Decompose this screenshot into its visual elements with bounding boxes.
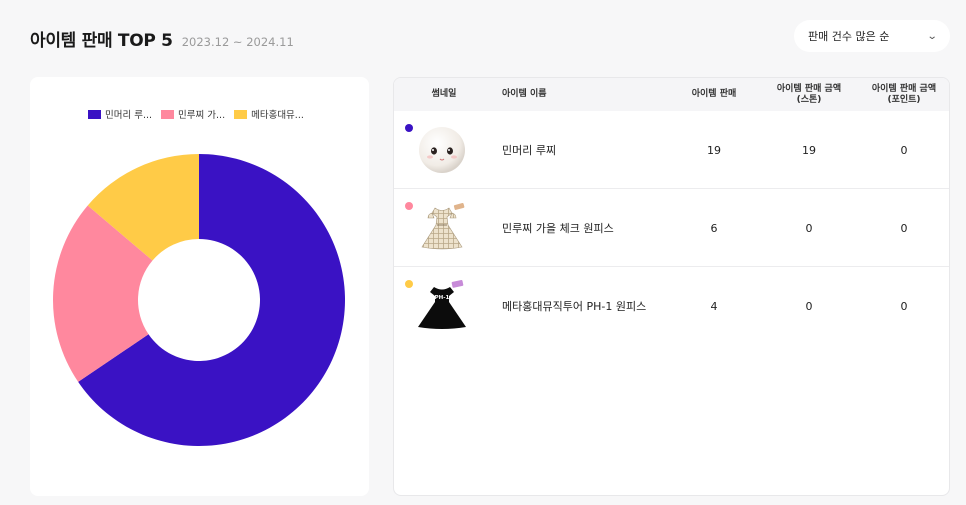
doll-head-icon (419, 127, 465, 173)
dress-print-text: PH-1 (435, 295, 450, 301)
item-name: 민루찌 가을 체크 원피스 (502, 222, 614, 235)
sort-dropdown-label: 판매 건수 많은 순 (808, 30, 890, 43)
item-sales-count: 6 (710, 221, 718, 235)
date-range: 2023.12 ~ 2024.11 (181, 35, 294, 49)
item-amount-point: 0 (900, 143, 908, 157)
item-amount-stone: 0 (805, 299, 813, 313)
item-sales-count: 4 (710, 299, 718, 313)
row-color-dot (405, 280, 413, 288)
row-color-dot (405, 124, 413, 132)
page-header: 아이템 판매 TOP 5 2023.12 ~ 2024.11 (30, 26, 294, 51)
item-sales-count: 19 (707, 143, 721, 157)
item-amount-point: 0 (900, 221, 908, 235)
donut-chart-card: 민머리 루... 민루찌 가... 메타홍대뮤... (30, 77, 369, 496)
header-item-sales: 아이템 판매 (691, 89, 737, 99)
item-name: 메타홍대뮤직투어 PH-1 원피스 (502, 300, 647, 313)
black-dress-icon: PH-1 (418, 280, 466, 329)
item-sales-table: 썸네일 아이템 이름 아이템 판매 아이템 판매 금액 (스톤) 아이템 판매 … (393, 77, 950, 496)
sort-dropdown[interactable]: 판매 건수 많은 순 ⌄ (794, 20, 950, 52)
table-row[interactable]: 민루찌 가을 체크 원피스 6 0 0 (394, 189, 949, 267)
chevron-down-icon: ⌄ (926, 30, 938, 42)
header-thumbnail: 썸네일 (431, 89, 457, 99)
item-amount-stone: 19 (802, 143, 816, 157)
item-name: 민머리 루찌 (502, 144, 557, 157)
table-row[interactable]: PH-1 메타홍대뮤직투어 PH-1 원피스 4 0 0 (394, 267, 949, 345)
table-header: 썸네일 아이템 이름 아이템 판매 아이템 판매 금액 (스톤) 아이템 판매 … (394, 78, 949, 111)
donut-chart (52, 154, 345, 446)
item-amount-stone: 0 (805, 221, 813, 235)
item-amount-point: 0 (900, 299, 908, 313)
table-row[interactable]: 민머리 루찌 19 19 0 (394, 111, 949, 189)
plaid-dress-icon (421, 202, 465, 250)
header-amount-stone: 아이템 판매 금액 (스톤) (776, 83, 842, 105)
page-title: 아이템 판매 TOP 5 (30, 31, 173, 51)
header-item-name: 아이템 이름 (502, 89, 547, 99)
row-color-dot (405, 202, 413, 210)
header-amount-point: 아이템 판매 금액 (포인트) (871, 83, 937, 105)
